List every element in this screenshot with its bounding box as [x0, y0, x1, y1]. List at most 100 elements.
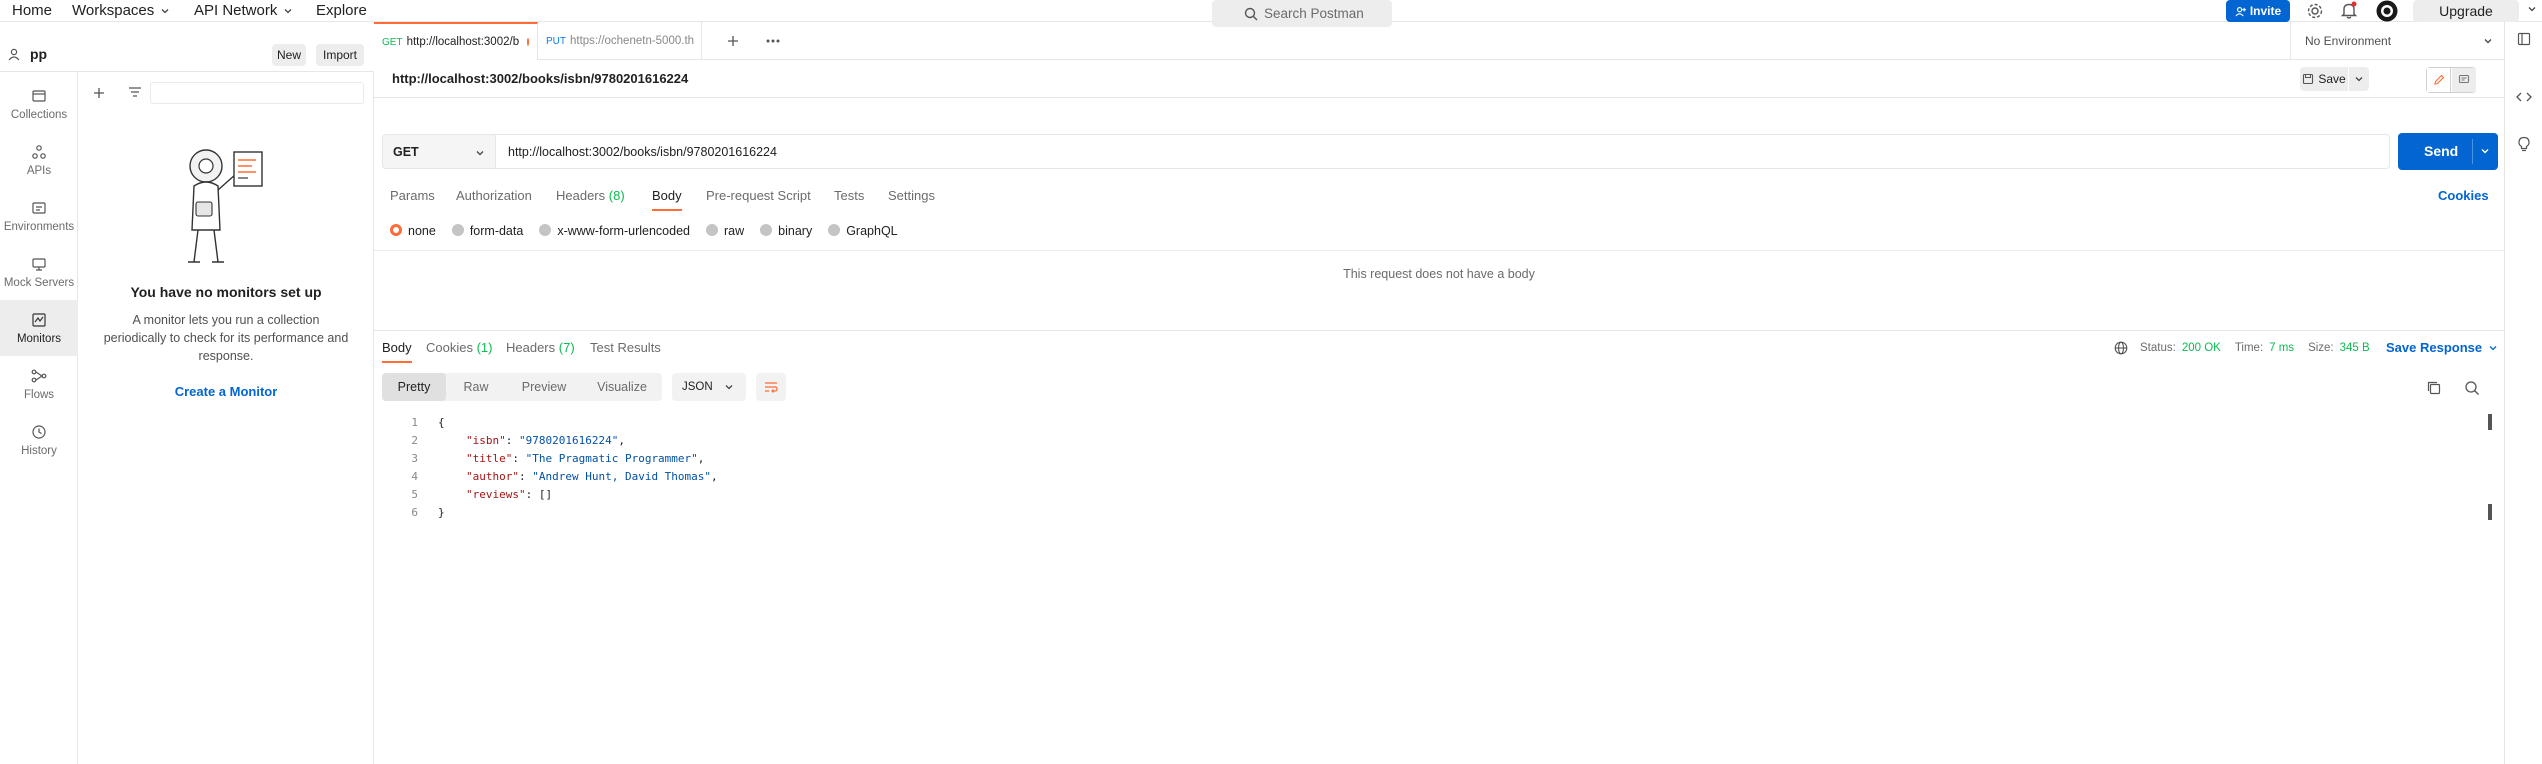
scrollbar-marker[interactable]	[2488, 414, 2492, 430]
nav-home[interactable]: Home	[12, 0, 52, 21]
nav-api-network[interactable]: API Network	[194, 0, 293, 21]
sidebar-item-apis[interactable]: APIs	[0, 132, 78, 188]
request-tab[interactable]: GET http://localhost:3002/b	[374, 22, 538, 60]
tab-pre-request-script[interactable]: Pre-request Script	[706, 188, 811, 203]
globe-icon[interactable]	[2114, 341, 2128, 355]
invite-button[interactable]: Invite	[2226, 0, 2290, 22]
line-number: 1	[411, 416, 418, 429]
json-comma: ,	[618, 434, 625, 447]
avatar[interactable]	[2376, 0, 2398, 22]
radio-graphql[interactable]: GraphQL	[828, 224, 898, 238]
view-pretty[interactable]: Pretty	[382, 373, 446, 401]
send-divider	[2472, 139, 2473, 164]
plus-icon[interactable]	[726, 34, 740, 48]
lightbulb-icon[interactable]	[2517, 136, 2531, 152]
view-raw[interactable]: Raw	[446, 373, 506, 401]
url-input[interactable]: http://localhost:3002/books/isbn/9780201…	[496, 134, 2390, 169]
environment-selector[interactable]: No Environment	[2290, 22, 2504, 60]
import-button[interactable]: Import	[316, 44, 364, 66]
empty-state-line: A monitor lets you run a collection	[132, 313, 320, 327]
tab-authorization[interactable]: Authorization	[456, 188, 532, 203]
api-documentation-icon[interactable]	[2517, 32, 2531, 46]
radio-raw[interactable]: raw	[706, 224, 744, 238]
status-value[interactable]: 200 OK	[2182, 342, 2221, 354]
scrollbar-marker[interactable]	[2488, 504, 2492, 520]
plus-icon[interactable]	[92, 86, 106, 100]
monitors-panel: You have no monitors set up A monitor le…	[78, 72, 374, 764]
radio-button	[390, 224, 402, 236]
code-icon[interactable]	[2516, 90, 2532, 104]
workspace-name[interactable]: pp	[30, 46, 47, 62]
sidebar-item-flows[interactable]: Flows	[0, 356, 78, 412]
json-comma: ,	[711, 470, 718, 483]
sidebar-rail: Collections APIs Environments Mock Serve…	[0, 72, 78, 764]
headers-count: (7)	[558, 340, 575, 355]
tab-method: GET	[382, 36, 403, 48]
save-options-button[interactable]	[2349, 67, 2369, 91]
bell-icon[interactable]	[2340, 1, 2358, 20]
environment-label: No Environment	[2305, 34, 2392, 48]
chevron-down-icon[interactable]	[2480, 146, 2490, 156]
view-visualize[interactable]: Visualize	[582, 373, 662, 401]
filter-icon[interactable]	[128, 86, 142, 98]
copy-icon[interactable]	[2426, 380, 2442, 396]
radio-none[interactable]: none	[390, 224, 436, 238]
radio-form-data[interactable]: form-data	[451, 224, 523, 238]
chevron-down-icon[interactable]	[2527, 4, 2537, 14]
format-label: JSON	[682, 381, 713, 393]
upgrade-button[interactable]: Upgrade	[2413, 0, 2519, 22]
sidebar-item-mock-servers[interactable]: Mock Servers	[0, 244, 78, 300]
tab-body[interactable]: Body	[652, 188, 682, 211]
tab-settings[interactable]: Settings	[888, 188, 935, 203]
create-monitor-link[interactable]: Create a Monitor	[78, 384, 374, 399]
cookies-link[interactable]: Cookies	[2438, 188, 2489, 203]
radio-x-www-form-urlencoded[interactable]: x-www-form-urlencoded	[539, 224, 690, 238]
request-tab[interactable]: PUT https://ochenetn-5000.th	[538, 22, 702, 60]
sidebar-item-monitors[interactable]: Monitors	[0, 300, 78, 356]
gear-icon[interactable]	[2306, 2, 2324, 20]
comment-icon	[2458, 74, 2470, 84]
send-button[interactable]: Send	[2398, 133, 2498, 170]
response-tab-cookies[interactable]: Cookies (1)	[426, 340, 492, 355]
request-title[interactable]: http://localhost:3002/books/isbn/9780201…	[392, 71, 688, 86]
nav-workspaces[interactable]: Workspaces	[72, 0, 170, 21]
headers-count: (8)	[608, 188, 625, 203]
nav-api-network-label: API Network	[194, 2, 278, 19]
sidebar-item-collections[interactable]: Collections	[0, 76, 78, 132]
sidebar-item-label: Collections	[10, 108, 68, 121]
environments-icon	[32, 201, 46, 214]
response-tab-test-results[interactable]: Test Results	[590, 340, 661, 355]
method-select[interactable]: GET	[382, 134, 496, 169]
radio-binary[interactable]: binary	[760, 224, 812, 238]
sidebar-item-environments[interactable]: Environments	[0, 188, 78, 244]
tab-tests[interactable]: Tests	[834, 188, 864, 203]
edit-mode-button[interactable]	[2427, 68, 2451, 92]
tab-params-label: Params	[390, 188, 435, 203]
time-label: Time:	[2234, 342, 2264, 354]
response-tab-headers[interactable]: Headers (7)	[506, 340, 575, 355]
format-select[interactable]: JSON	[672, 373, 746, 401]
more-icon[interactable]	[766, 39, 780, 43]
size-value[interactable]: 345 B	[2340, 342, 2370, 354]
response-tab-label: Test Results	[590, 340, 661, 355]
save-icon	[2303, 73, 2314, 85]
size-label: Size:	[2308, 342, 2334, 354]
code-line: "title": "The Pragmatic Programmer",	[466, 452, 705, 465]
filter-input[interactable]	[150, 82, 364, 104]
tab-settings-label: Settings	[888, 188, 935, 203]
nav-explore[interactable]: Explore	[316, 0, 367, 21]
radio-button	[760, 224, 773, 236]
response-tab-body[interactable]: Body	[382, 340, 412, 363]
new-button[interactable]: New	[272, 44, 306, 66]
search-icon[interactable]	[2464, 380, 2480, 396]
tab-headers[interactable]: Headers (8)	[556, 188, 625, 203]
tab-params[interactable]: Params	[390, 188, 435, 203]
wrap-lines-button[interactable]	[756, 373, 786, 401]
comments-mode-button[interactable]	[2452, 68, 2476, 92]
sidebar-item-history[interactable]: History	[0, 412, 78, 468]
view-preview[interactable]: Preview	[506, 373, 582, 401]
time-value[interactable]: 7 ms	[2269, 342, 2294, 354]
save-button[interactable]: Save	[2300, 67, 2348, 91]
tab-authorization-label: Authorization	[456, 188, 532, 203]
save-response-button[interactable]: Save Response	[2386, 340, 2498, 355]
